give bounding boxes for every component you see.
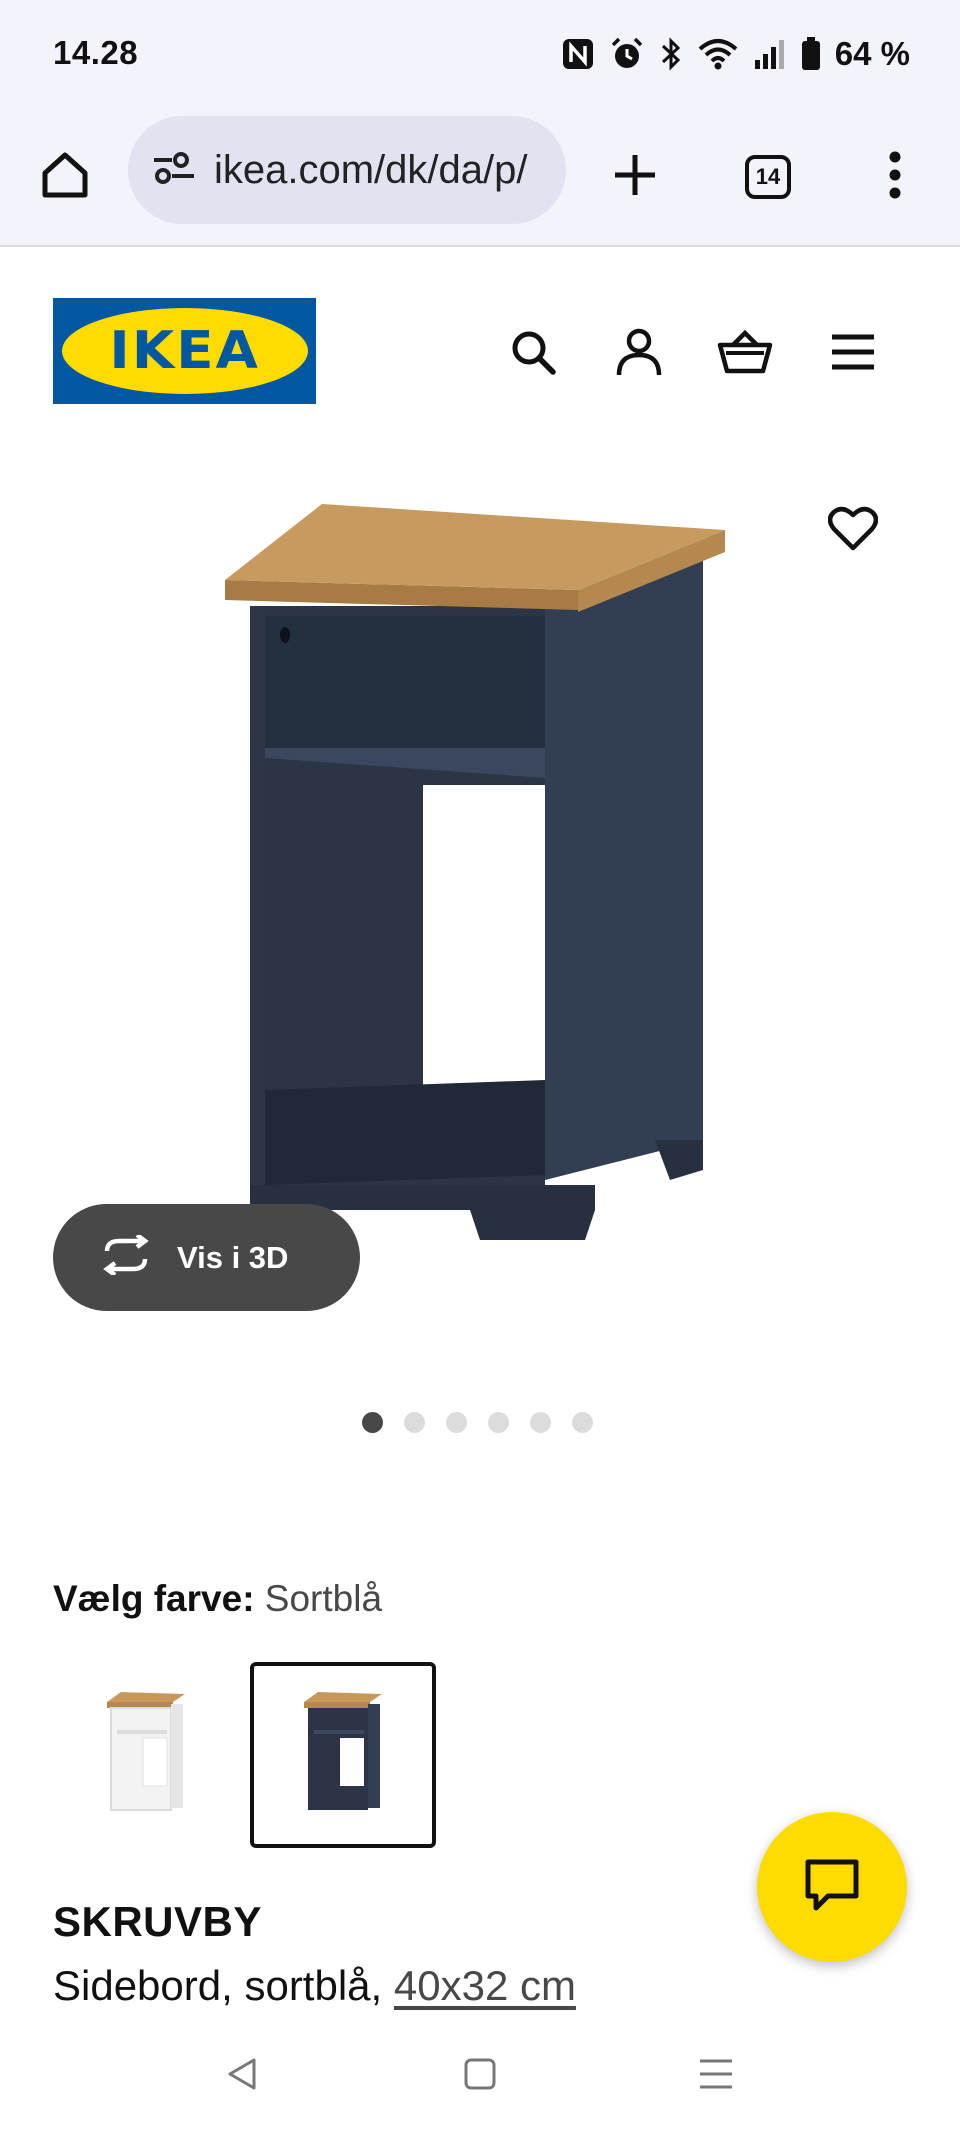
color-swatch-sortbla[interactable] [250,1662,436,1848]
blue-table-thumbnail [304,1692,382,1810]
carousel-dot[interactable] [530,1412,551,1433]
product-size-link[interactable]: 40x32 cm [394,1962,576,2009]
nfc-icon [561,37,595,71]
product-description-text: Sidebord, sortblå, [53,1962,383,2009]
side-table-illustration [225,504,725,1240]
product-description: Sidebord, sortblå, 40x32 cm [53,1962,576,2010]
plus-icon [612,152,658,203]
battery-percent: 64 % [834,35,910,72]
page: 14.28 64 % ikea.com/dk/da/p/ 14 IKEA Vis… [0,0,960,2133]
cart-button[interactable] [717,327,773,381]
carousel-dot[interactable] [572,1412,593,1433]
more-vert-icon [888,151,902,204]
view-in-3d-button[interactable]: Vis i 3D [53,1204,360,1311]
square-home-icon [463,2057,497,2096]
product-image[interactable] [0,440,960,1330]
white-table-thumbnail [107,1692,185,1811]
chat-button[interactable] [757,1812,907,1962]
bluetooth-icon [659,36,683,72]
url-text: ikea.com/dk/da/p/ [214,147,528,192]
browser-toolbar: ikea.com/dk/da/p/ 14 [0,110,960,247]
site-settings-icon[interactable] [152,150,196,191]
more-options-button[interactable] [860,142,930,212]
image-carousel-dots [362,1412,593,1433]
search-icon [509,328,557,381]
alarm-icon [609,36,645,72]
status-bar: 14.28 64 % [0,0,960,110]
account-icon [615,327,663,382]
tab-count: 14 [745,155,791,199]
wishlist-button[interactable] [822,500,884,562]
carousel-dot[interactable] [362,1412,383,1433]
carousel-dot[interactable] [404,1412,425,1433]
heart-icon [827,506,879,557]
new-tab-button[interactable] [600,142,670,212]
carousel-dot[interactable] [488,1412,509,1433]
home-nav-button[interactable] [452,2048,508,2104]
view-in-3d-label: Vis i 3D [177,1239,289,1275]
url-bar[interactable]: ikea.com/dk/da/p/ [128,116,566,224]
tab-switcher-button[interactable]: 14 [733,142,803,212]
back-icon [224,2056,260,2097]
recents-icon [698,2057,734,2096]
back-button[interactable] [214,2048,270,2104]
home-button[interactable] [30,142,100,212]
signal-icon [753,38,787,70]
ikea-logo-text: IKEA [109,321,260,381]
site-header: IKEA [0,247,960,427]
chat-icon [804,1858,860,1917]
rotate-3d-icon [99,1233,153,1280]
recents-button[interactable] [688,2048,744,2104]
home-icon [39,149,91,206]
color-value: Sortblå [264,1578,383,1619]
color-swatch-white[interactable] [53,1662,239,1848]
wifi-icon [697,37,739,71]
color-selection: Vælg farve: Sortblå [53,1578,382,1620]
ikea-logo-oval: IKEA [61,308,308,394]
system-navigation-bar [0,2020,960,2133]
menu-button[interactable] [826,327,880,381]
status-icons: 64 % [561,34,910,74]
hamburger-menu-icon [830,333,876,376]
color-label: Vælg farve: [53,1578,255,1619]
status-time: 14.28 [53,34,139,71]
shopping-basket-icon [717,329,773,380]
account-button[interactable] [612,327,666,381]
product-name: SKRUVBY [53,1898,262,1945]
battery-icon [801,37,821,71]
carousel-dot[interactable] [446,1412,467,1433]
search-button[interactable] [506,327,560,381]
ikea-logo[interactable]: IKEA [53,298,316,404]
